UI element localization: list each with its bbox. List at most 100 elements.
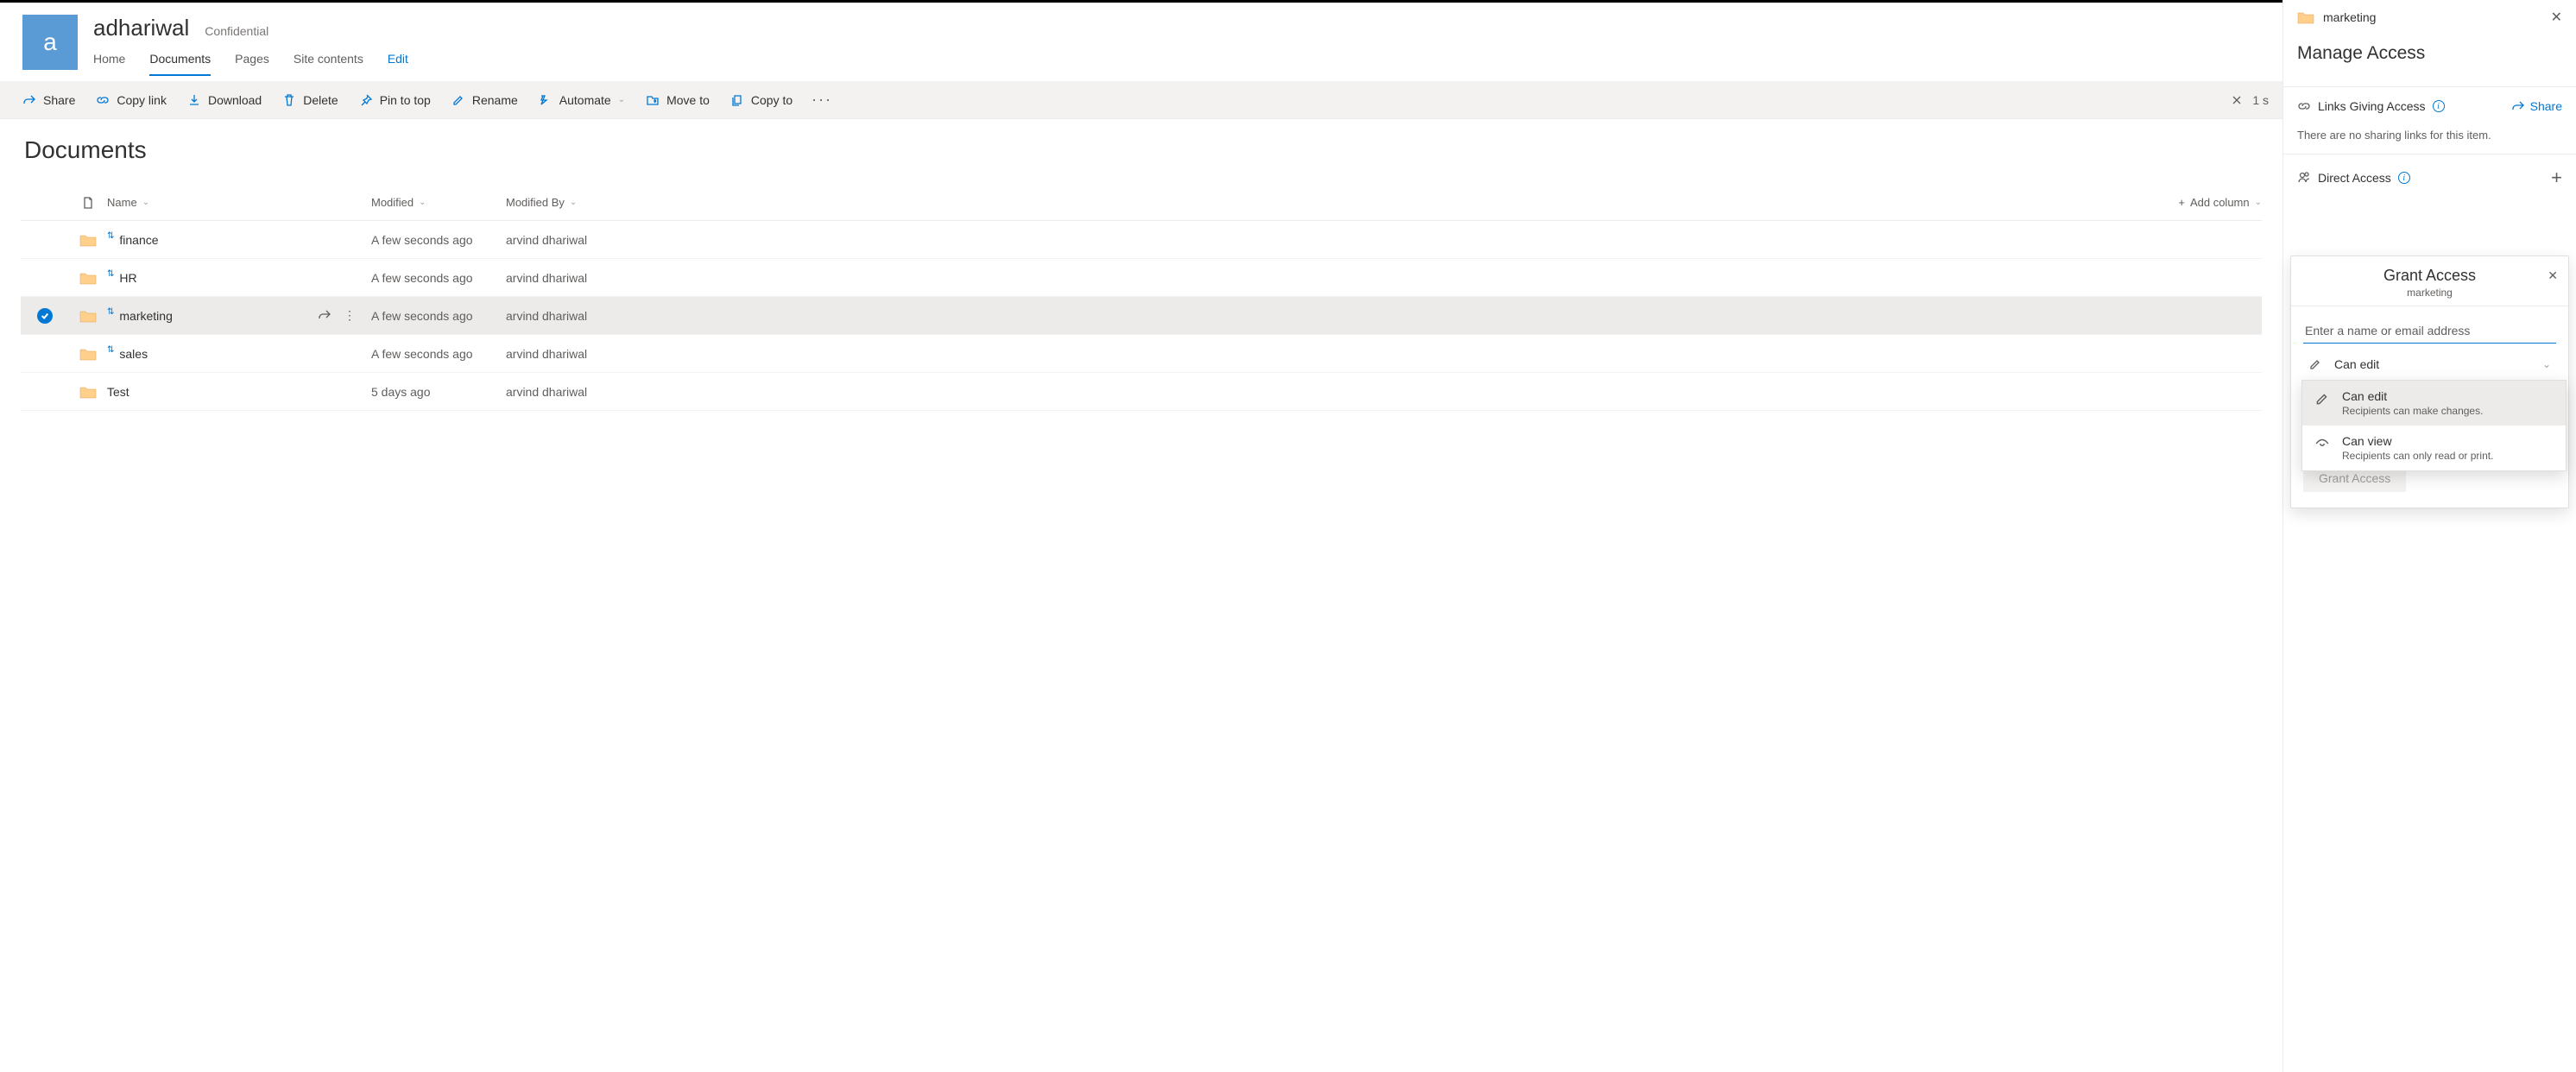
row-more-button[interactable]: ⋮ xyxy=(344,308,356,323)
table-header: Name ⌄ Modified ⌄ Modified By ⌄ + Add co… xyxy=(21,185,2262,221)
sync-icon: ⇅ xyxy=(107,345,114,355)
site-header: a adhariwal Confidential Home Documents … xyxy=(0,3,2282,76)
link-icon xyxy=(2297,99,2311,113)
panel-folder-name: marketing xyxy=(2323,10,2376,24)
chevron-down-icon: ⌄ xyxy=(2255,198,2262,207)
direct-access-section: Direct Access i + xyxy=(2283,154,2576,201)
permission-option-can-view[interactable]: Can view Recipients can only read or pri… xyxy=(2302,426,2566,470)
add-column-label: Add column xyxy=(2190,196,2250,209)
row-modified: A few seconds ago xyxy=(371,271,506,285)
permission-current: Can edit xyxy=(2334,357,2379,371)
share-icon xyxy=(22,93,36,107)
panel-share-button[interactable]: Share xyxy=(2511,99,2562,113)
copy-icon xyxy=(730,93,744,107)
selection-count: 1 s xyxy=(2252,93,2269,107)
chevron-down-icon: ⌄ xyxy=(142,198,149,207)
copy-link-button[interactable]: Copy link xyxy=(87,88,175,112)
download-icon xyxy=(187,93,201,107)
pin-icon xyxy=(359,93,373,107)
sync-icon: ⇅ xyxy=(107,269,114,279)
share-label: Share xyxy=(43,93,75,107)
people-icon xyxy=(2297,171,2311,185)
direct-section-title: Direct Access xyxy=(2318,171,2391,185)
col-modified-by-label: Modified By xyxy=(506,196,565,209)
table-row[interactable]: ⇅marketing⋮A few seconds agoarvind dhari… xyxy=(21,297,2262,335)
info-icon[interactable]: i xyxy=(2398,172,2410,184)
move-icon xyxy=(646,93,660,107)
page-title: Documents xyxy=(0,119,2282,185)
option-desc: Recipients can only read or print. xyxy=(2342,450,2493,462)
grant-access-title: Grant Access xyxy=(2305,267,2554,285)
download-label: Download xyxy=(208,93,262,107)
close-selection-icon[interactable] xyxy=(2230,93,2244,107)
trash-icon xyxy=(282,93,296,107)
permission-select[interactable]: Can edit ⌄ Can edit Recipients can make … xyxy=(2303,349,2556,380)
close-panel-button[interactable]: ✕ xyxy=(2551,9,2562,26)
recipient-input[interactable] xyxy=(2303,318,2556,344)
share-icon xyxy=(2511,99,2525,113)
col-name[interactable]: Name ⌄ xyxy=(107,196,371,209)
col-modified[interactable]: Modified ⌄ xyxy=(371,196,506,209)
nav-edit[interactable]: Edit xyxy=(388,48,408,76)
info-icon[interactable]: i xyxy=(2433,100,2445,112)
share-button[interactable]: Share xyxy=(14,88,84,112)
table-row[interactable]: Test5 days agoarvind dhariwal xyxy=(21,373,2262,411)
site-logo[interactable]: a xyxy=(22,15,78,70)
row-selected-check[interactable] xyxy=(37,308,53,324)
option-desc: Recipients can make changes. xyxy=(2342,405,2483,417)
copy-to-button[interactable]: Copy to xyxy=(722,88,801,112)
row-name: finance xyxy=(119,233,158,247)
automate-button[interactable]: Automate ⌄ xyxy=(530,88,634,112)
col-modified-by[interactable]: Modified By ⌄ xyxy=(506,196,644,209)
pencil-icon xyxy=(2308,357,2322,371)
row-name: sales xyxy=(119,347,148,361)
automate-label: Automate xyxy=(559,93,611,107)
add-column[interactable]: + Add column ⌄ xyxy=(644,196,2262,209)
delete-button[interactable]: Delete xyxy=(274,88,346,112)
copy-to-label: Copy to xyxy=(751,93,792,107)
row-name: HR xyxy=(119,271,136,285)
overflow-button[interactable]: ··· xyxy=(805,91,839,109)
row-modified: A few seconds ago xyxy=(371,233,506,247)
row-modified-by: arvind dhariwal xyxy=(506,309,644,323)
nav-home[interactable]: Home xyxy=(93,48,125,76)
nav-documents[interactable]: Documents xyxy=(149,48,211,76)
folder-icon xyxy=(79,309,97,323)
no-links-text: There are no sharing links for this item… xyxy=(2297,129,2562,142)
eye-icon xyxy=(2314,436,2330,451)
row-modified: 5 days ago xyxy=(371,385,506,399)
rename-icon xyxy=(451,93,465,107)
chevron-down-icon: ⌄ xyxy=(618,95,625,104)
row-modified-by: arvind dhariwal xyxy=(506,233,644,247)
nav-pages[interactable]: Pages xyxy=(235,48,269,76)
grant-access-callout: Grant Access marketing ✕ Can edit ⌄ Can … xyxy=(2290,255,2569,508)
folder-icon xyxy=(79,233,97,247)
download-button[interactable]: Download xyxy=(179,88,270,112)
share-icon[interactable] xyxy=(318,308,331,322)
table-row[interactable]: ⇅salesA few seconds agoarvind dhariwal xyxy=(21,335,2262,373)
move-to-button[interactable]: Move to xyxy=(637,88,718,112)
table-row[interactable]: ⇅HRA few seconds agoarvind dhariwal xyxy=(21,259,2262,297)
move-to-label: Move to xyxy=(666,93,710,107)
table-row[interactable]: ⇅financeA few seconds agoarvind dhariwal xyxy=(21,221,2262,259)
option-title: Can view xyxy=(2342,434,2493,448)
links-giving-access-section: Links Giving Access i Share There are no… xyxy=(2283,86,2576,154)
close-callout-button[interactable]: ✕ xyxy=(2548,268,2558,283)
pin-label: Pin to top xyxy=(380,93,431,107)
permission-option-can-edit[interactable]: Can edit Recipients can make changes. xyxy=(2302,381,2566,426)
row-modified-by: arvind dhariwal xyxy=(506,347,644,361)
sync-icon: ⇅ xyxy=(107,307,114,317)
rename-label: Rename xyxy=(472,93,518,107)
link-icon xyxy=(96,93,110,107)
row-modified-by: arvind dhariwal xyxy=(506,385,644,399)
site-title: adhariwal xyxy=(93,15,189,41)
rename-button[interactable]: Rename xyxy=(443,88,527,112)
option-title: Can edit xyxy=(2342,389,2483,403)
row-name: marketing xyxy=(119,309,172,323)
chevron-down-icon: ⌄ xyxy=(570,198,577,207)
add-direct-access-button[interactable]: + xyxy=(2551,167,2562,189)
permission-dropdown: Can edit Recipients can make changes. Ca… xyxy=(2301,380,2567,471)
col-name-label: Name xyxy=(107,196,137,209)
nav-site-contents[interactable]: Site contents xyxy=(294,48,363,76)
pin-button[interactable]: Pin to top xyxy=(350,88,439,112)
